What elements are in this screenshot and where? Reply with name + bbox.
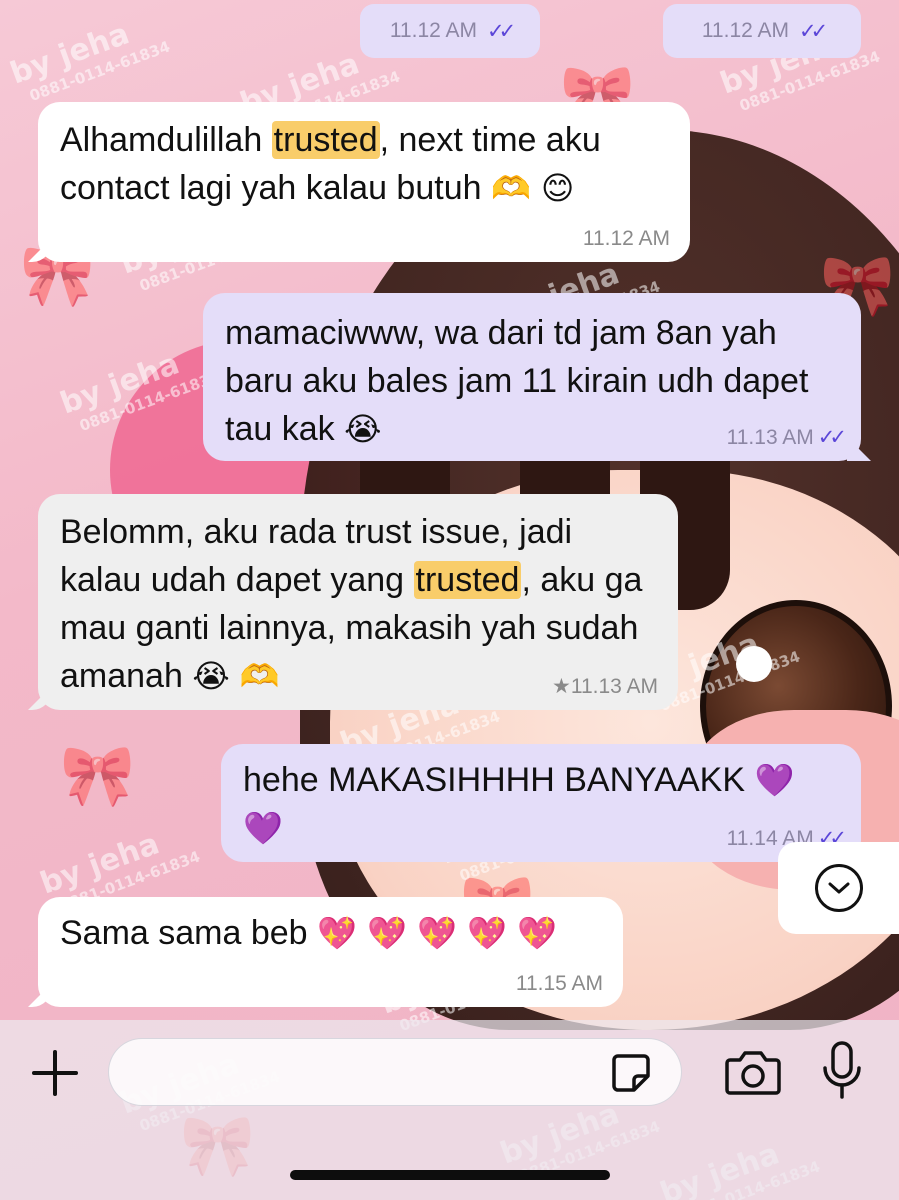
home-indicator[interactable] [290,1170,610,1180]
message-text: Sama sama beb 💖 💖 💖 💖 💖 [60,914,557,952]
read-receipt-icon: ✓✓ [486,19,516,43]
message-text: Alhamdulillah trusted, next time aku con… [60,121,601,207]
message-text: Belomm, aku rada trust issue, jadi kalau… [60,513,643,695]
message-emoji: 🫶 😊 [490,169,575,207]
message-emoji: 💖 💖 💖 💖 💖 [317,914,557,952]
plus-icon[interactable] [28,1046,82,1100]
message-emoji: 😭 🫶 [192,657,280,695]
sticker-icon[interactable] [610,1052,652,1094]
message-meta: 11.13 AM ✓✓ [726,425,847,451]
message-bubble-outgoing[interactable]: hehe MAKASIHHHH BANYAAKK 💜 💜 11.14 AM ✓✓ [221,744,861,862]
highlighted-word: trusted [413,561,522,599]
message-meta: ★11.13 AM [552,674,658,700]
bow-decoration-icon: 🎀 [60,742,135,809]
message-bubble-incoming[interactable]: Belomm, aku rada trust issue, jadi kalau… [38,494,678,710]
message-time: 11.12 AM [389,19,477,42]
message-bubble-outgoing[interactable]: mamaciwww, wa dari td jam 8an yah baru a… [203,293,861,461]
read-receipt-icon: ✓✓ [817,426,847,449]
message-time: 11.13 AM [726,426,814,449]
message-bubble-incoming[interactable]: Alhamdulillah trusted, next time aku con… [38,102,690,262]
highlighted-word: trusted [271,121,380,159]
message-time: 11.12 AM [582,227,670,250]
watermark: by jeha0881-0114-61834 [5,16,173,106]
microphone-icon[interactable] [820,1040,864,1102]
message-emoji: 😭 [344,410,382,448]
message-receipt-pill[interactable]: 11.12 AM ✓✓ [360,4,540,58]
message-time: 11.13 AM [570,675,658,698]
message-input[interactable] [108,1038,682,1106]
camera-icon[interactable] [724,1048,782,1096]
chevron-down-icon [814,864,863,912]
read-receipt-icon: ✓✓ [798,19,828,43]
message-bubble-incoming[interactable]: Sama sama beb 💖 💖 💖 💖 💖 11.15 AM [38,897,623,1007]
message-time: 11.12 AM [701,19,789,42]
star-icon: ★ [552,675,571,698]
message-receipt-pill[interactable]: 11.12 AM ✓✓ [663,4,861,58]
scroll-to-bottom-button[interactable] [778,842,899,934]
message-time: 11.15 AM [515,972,603,995]
